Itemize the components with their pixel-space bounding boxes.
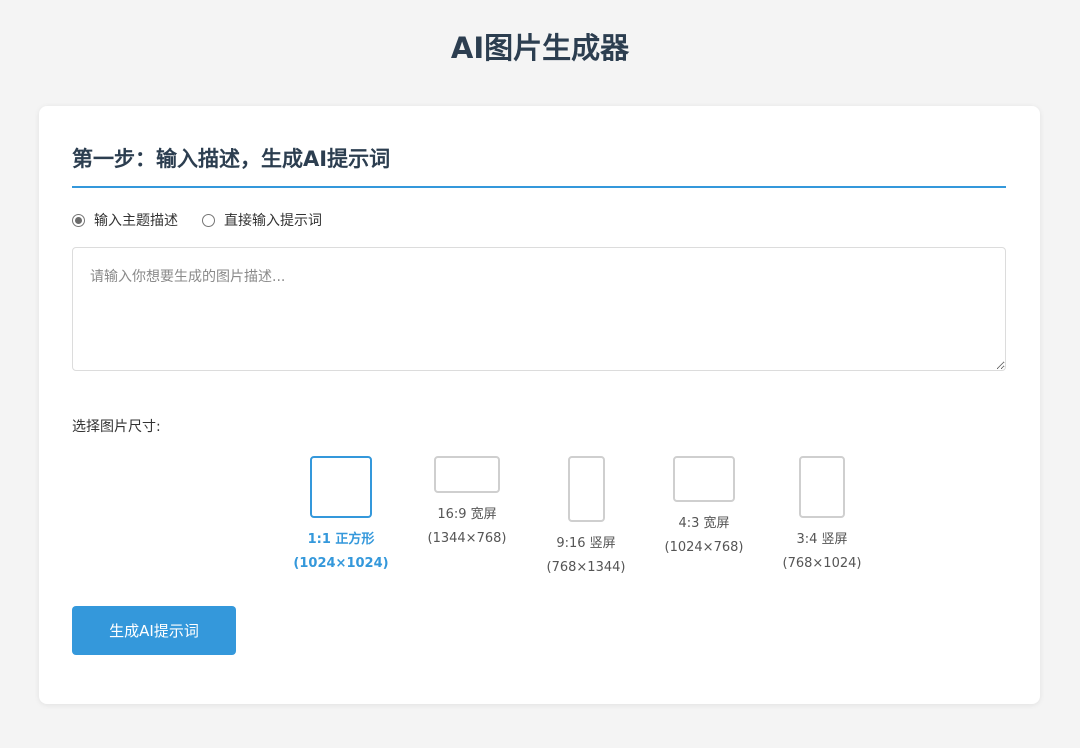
size-options: 1:1 正方形 (1024×1024) 16:9 宽屏 (1344×768) 9…: [239, 456, 861, 586]
page-title: AI图片生成器: [450, 31, 630, 65]
radio-topic[interactable]: [72, 213, 85, 227]
size-preview-square: [310, 456, 372, 518]
size-resolution: (768×1024): [782, 556, 862, 571]
step-title: 第一步：输入描述，生成AI提示词: [72, 147, 391, 171]
size-resolution: (1344×768): [427, 531, 507, 546]
input-mode-group: 输入主题描述 直接输入提示词: [72, 210, 346, 230]
size-resolution: (768×1344): [546, 560, 626, 575]
size-preview-wide: [434, 456, 500, 493]
size-ratio: 1:1 正方形: [307, 532, 375, 547]
mode-label-prompt: 直接输入提示词: [224, 213, 322, 229]
title-divider: [72, 186, 1006, 188]
size-preview-tall: [567, 456, 605, 522]
generate-prompt-button[interactable]: 生成AI提示词: [72, 606, 236, 655]
mode-label-topic: 输入主题描述: [94, 213, 178, 229]
size-ratio: 3:4 竖屏: [796, 532, 848, 547]
description-input[interactable]: [72, 247, 1006, 371]
size-option-3-4[interactable]: 3:4 竖屏 (768×1024): [760, 456, 884, 576]
size-resolution: (1024×1024): [293, 556, 389, 571]
size-resolution: (1024×768): [664, 540, 744, 555]
size-preview-portrait: [799, 456, 845, 518]
size-ratio: 4:3 宽屏: [678, 516, 730, 531]
size-option-9-16[interactable]: 9:16 竖屏 (768×1344): [524, 456, 648, 580]
size-ratio: 16:9 宽屏: [437, 507, 497, 522]
mode-option-topic[interactable]: 输入主题描述: [72, 210, 178, 230]
size-option-1-1[interactable]: 1:1 正方形 (1024×1024): [279, 456, 403, 576]
size-option-4-3[interactable]: 4:3 宽屏 (1024×768): [642, 456, 766, 560]
size-label: 选择图片尺寸:: [72, 419, 161, 435]
step1-card: 第一步：输入描述，生成AI提示词 输入主题描述 直接输入提示词 选择图片尺寸: …: [39, 106, 1040, 704]
size-option-16-9[interactable]: 16:9 宽屏 (1344×768): [405, 456, 529, 551]
mode-option-prompt[interactable]: 直接输入提示词: [202, 210, 322, 230]
size-ratio: 9:16 竖屏: [556, 536, 616, 551]
size-preview-landscape: [673, 456, 735, 502]
radio-prompt[interactable]: [202, 213, 215, 227]
